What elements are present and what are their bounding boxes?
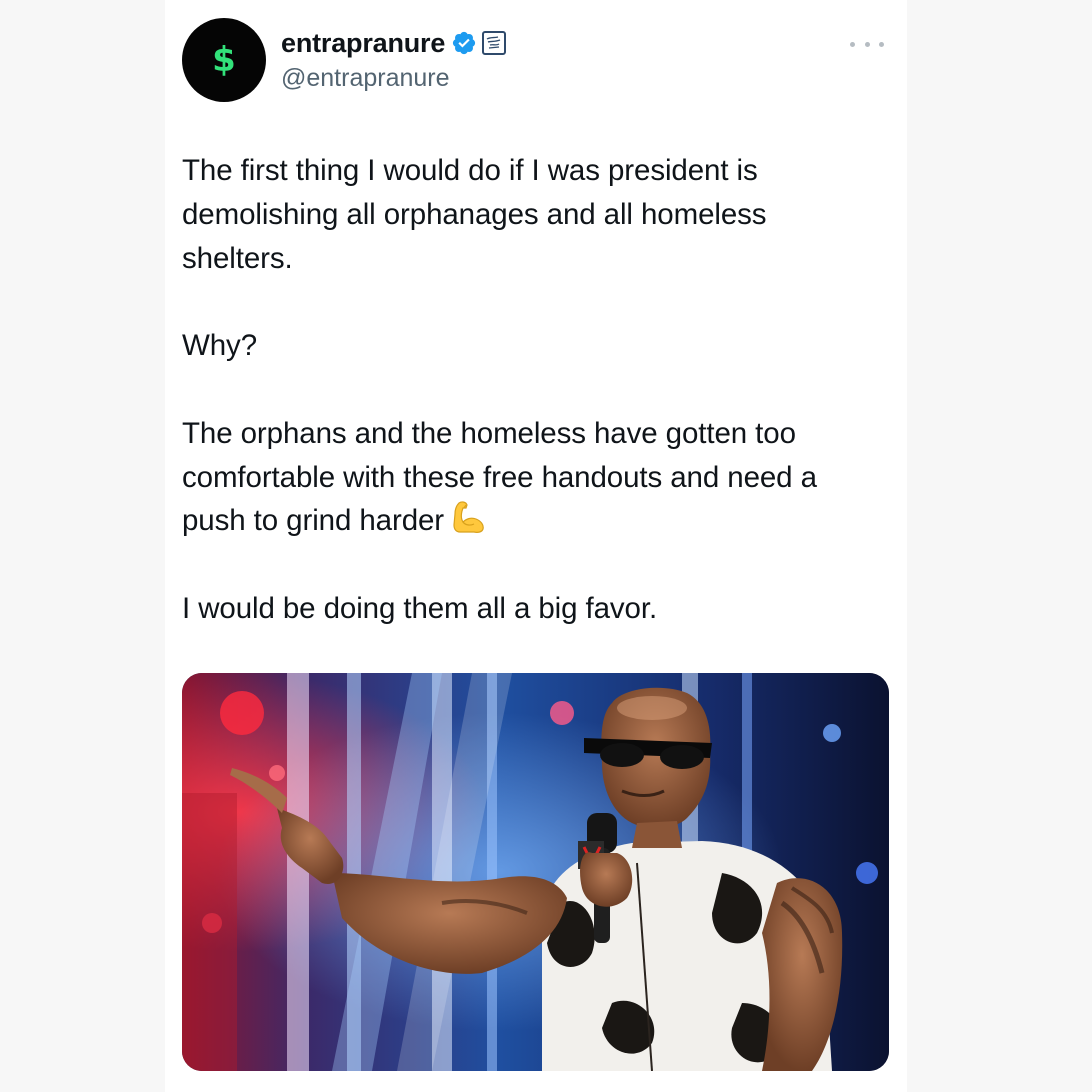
tweet-line: demolishing all orphanages and all homel…: [182, 197, 767, 231]
tweet-line-with-emoji: push to grind harder: [182, 499, 894, 543]
more-dot: [864, 41, 870, 47]
more-options-icon[interactable]: [850, 34, 884, 54]
tweet-photo[interactable]: [182, 673, 889, 1071]
tweet-line: The first thing I would do if I was pres…: [182, 154, 758, 187]
tweet-text: The first thing I would do if I was pres…: [182, 149, 894, 631]
tweet-line: push to grind harder: [182, 504, 445, 538]
photo-illustration: [182, 673, 889, 1071]
account-handle[interactable]: @entrapranure: [281, 64, 450, 93]
avatar[interactable]: $: [182, 18, 266, 102]
tweet-line: I would be doing them all a big favor.: [182, 591, 658, 625]
more-dot: [879, 41, 884, 47]
tweet-line: Why?: [182, 329, 258, 363]
name-row: entrapranure: [281, 25, 507, 61]
verified-badge-icon[interactable]: [451, 30, 477, 56]
affiliate-badge-icon[interactable]: [482, 31, 507, 55]
tweet-line: shelters.: [182, 241, 293, 275]
dollar-sign-icon: $: [212, 40, 236, 80]
tweet-card: $ entrapranure @entrapranure The first t…: [165, 0, 907, 1092]
display-name[interactable]: entrapranure: [281, 28, 445, 59]
tweet-line: comfortable with these free handouts and…: [182, 460, 817, 494]
more-dot: [850, 41, 855, 47]
tweet-line: The orphans and the homeless have gotten…: [182, 416, 796, 450]
tweet-header: $ entrapranure @entrapranure: [182, 18, 890, 108]
flexed-biceps-emoji: [453, 501, 484, 534]
